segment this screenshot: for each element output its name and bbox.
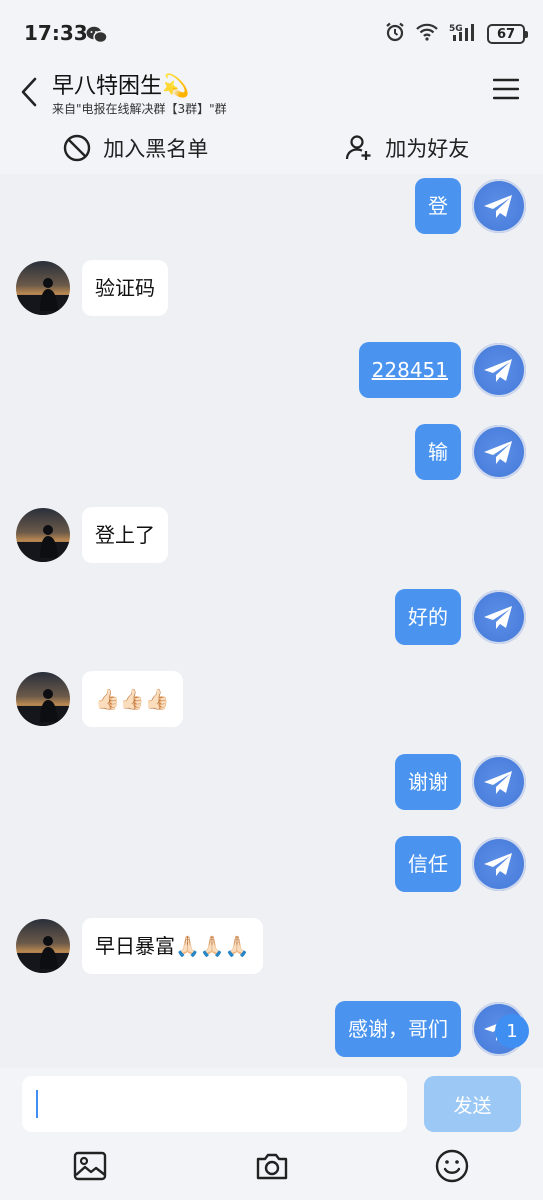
contact-avatar[interactable] — [16, 508, 70, 562]
hamburger-icon — [492, 78, 520, 100]
paper-plane-icon — [484, 606, 512, 629]
image-icon[interactable] — [72, 1148, 108, 1184]
paper-plane-icon — [484, 359, 512, 382]
composer: 发送 — [0, 1068, 543, 1200]
my-avatar[interactable] — [472, 837, 526, 891]
my-avatar[interactable] — [472, 755, 526, 809]
wifi-icon — [415, 22, 439, 46]
message-bubble-outgoing[interactable]: 谢谢 — [395, 754, 461, 810]
block-icon — [64, 134, 91, 162]
silhouette-photo-icon — [16, 919, 70, 973]
message-bubble-outgoing[interactable]: 好的 — [395, 589, 461, 645]
blacklist-button[interactable]: 加入黑名单 — [0, 122, 272, 174]
blacklist-label: 加入黑名单 — [103, 137, 209, 161]
send-button[interactable]: 发送 — [424, 1076, 521, 1132]
add-friend-button[interactable]: 加为好友 — [272, 122, 543, 174]
silhouette-photo-icon — [16, 508, 70, 562]
text-caret — [36, 1090, 38, 1118]
my-avatar[interactable] — [472, 179, 526, 233]
chat-header: 早八特困生💫 来自"电报在线解决群【3群】"群 — [0, 66, 543, 122]
message-bubble-outgoing[interactable]: 感谢，哥们 — [335, 1001, 461, 1057]
unread-count-badge[interactable]: 1 — [495, 1014, 529, 1048]
chat-title: 早八特困生💫 — [52, 74, 190, 99]
status-time: 17:33 — [24, 21, 88, 45]
message-input[interactable] — [22, 1076, 407, 1132]
contact-avatar[interactable] — [16, 919, 70, 973]
silhouette-photo-icon — [16, 261, 70, 315]
paper-plane-icon — [484, 853, 512, 876]
battery-indicator: 67 — [487, 24, 528, 44]
contact-avatar[interactable] — [16, 672, 70, 726]
camera-icon[interactable] — [254, 1148, 290, 1184]
my-avatar[interactable] — [472, 590, 526, 644]
chevron-left-icon — [21, 77, 37, 107]
silhouette-photo-icon — [16, 672, 70, 726]
code-link[interactable]: 228451 — [372, 358, 448, 382]
paper-plane-icon — [484, 771, 512, 794]
back-button[interactable] — [14, 74, 44, 110]
message-bubble-outgoing[interactable]: 输 — [415, 424, 461, 480]
message-bubble-incoming[interactable]: 早日暴富🙏🏻🙏🏻🙏🏻 — [82, 918, 263, 974]
signal-5g-icon: 5G — [449, 22, 477, 46]
message-bubble-outgoing[interactable]: 信任 — [395, 836, 461, 892]
add-user-icon — [346, 135, 371, 160]
stranger-action-bar: 加入黑名单 加为好友 — [0, 122, 543, 174]
message-bubble-outgoing[interactable]: 228451 — [358, 342, 461, 398]
message-bubble-incoming[interactable]: 登上了 — [82, 507, 168, 563]
wechat-notification-icon — [86, 26, 108, 48]
status-indicators: 5G 67 — [385, 22, 528, 46]
my-avatar[interactable] — [472, 425, 526, 479]
chat-subtitle: 来自"电报在线解决群【3群】"群 — [52, 102, 227, 116]
alarm-icon — [385, 22, 405, 46]
message-bubble-incoming[interactable]: 验证码 — [82, 260, 168, 316]
message-bubble-outgoing[interactable]: 登 — [415, 178, 461, 234]
my-avatar[interactable] — [472, 343, 526, 397]
emoji-icon[interactable] — [434, 1148, 470, 1184]
message-list[interactable]: 登 验证码 228451 输 登上了 好的 👍🏻👍🏻👍🏻 谢谢 信任 早日暴富🙏… — [0, 174, 543, 1068]
menu-button[interactable] — [492, 78, 520, 100]
paper-plane-icon — [484, 441, 512, 464]
add-friend-label: 加为好友 — [385, 137, 470, 161]
status-bar: 17:33 5G 67 — [0, 0, 543, 66]
message-bubble-incoming[interactable]: 👍🏻👍🏻👍🏻 — [82, 671, 183, 727]
paper-plane-icon — [484, 195, 512, 218]
contact-avatar[interactable] — [16, 261, 70, 315]
